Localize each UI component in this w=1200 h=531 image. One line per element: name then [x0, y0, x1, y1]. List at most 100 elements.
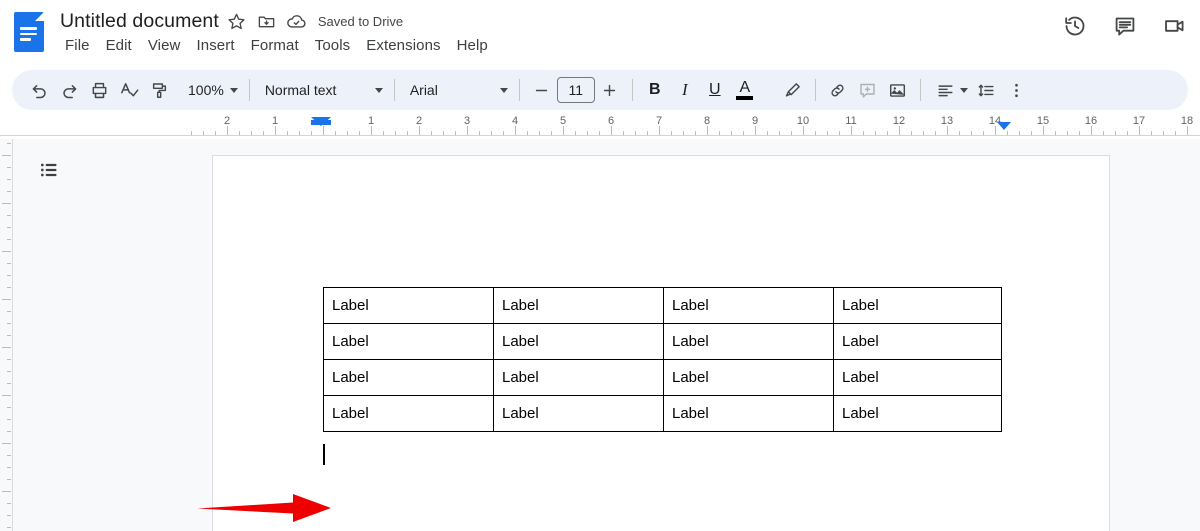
horizontal-ruler[interactable]: 2 1 1 2 3 4 5 6 7 8 9 10 11 12 13 14 15 16 17 18: [0, 114, 1200, 139]
table-cell[interactable]: Label: [323, 395, 494, 432]
print-button[interactable]: [84, 75, 114, 105]
ruler-tick: [551, 131, 552, 135]
menu-extensions[interactable]: Extensions: [358, 35, 448, 56]
comment-history-icon[interactable]: [1106, 7, 1144, 45]
highlight-color-button[interactable]: [778, 75, 808, 105]
font-family-select[interactable]: Arial: [402, 75, 512, 105]
redo-button[interactable]: [54, 75, 84, 105]
left-indent-marker[interactable]: [311, 117, 331, 126]
menu-help[interactable]: Help: [449, 35, 496, 56]
table-cell[interactable]: Label: [833, 395, 1002, 432]
more-options-button[interactable]: [1002, 75, 1032, 105]
zoom-select[interactable]: 100%: [174, 75, 242, 105]
undo-button[interactable]: [24, 75, 54, 105]
ruler-tick: [623, 131, 624, 135]
table-cell[interactable]: Label: [493, 359, 664, 396]
decrease-font-size-button[interactable]: [527, 75, 557, 105]
ruler-tick: [1055, 131, 1056, 135]
ruler-tick: [827, 131, 828, 135]
table-cell[interactable]: Label: [833, 359, 1002, 396]
insert-image-button[interactable]: [883, 75, 913, 105]
font-size-input[interactable]: 11: [556, 77, 595, 103]
menu-format[interactable]: Format: [243, 35, 307, 56]
ruler-tick: [1007, 131, 1008, 135]
ruler-tick: [1175, 131, 1176, 135]
ruler-tick: [335, 131, 336, 135]
vertical-ruler[interactable]: [0, 139, 13, 531]
spellcheck-button[interactable]: [114, 75, 144, 105]
vertical-ruler-tick: [7, 215, 11, 216]
ruler-tick: [839, 131, 840, 135]
ruler-tick: [1043, 126, 1044, 135]
video-call-icon[interactable]: [1156, 7, 1194, 45]
increase-font-size-button[interactable]: [595, 75, 625, 105]
logo-lines: [20, 27, 37, 44]
version-history-icon[interactable]: [1056, 7, 1094, 45]
text-color-button[interactable]: A: [730, 75, 760, 105]
table-cell[interactable]: Label: [323, 323, 494, 360]
table-row[interactable]: Label Label Label Label: [323, 359, 1002, 396]
divider: [919, 79, 921, 101]
font-family-value: Arial: [409, 82, 438, 98]
table-cell[interactable]: Label: [493, 395, 664, 432]
add-comment-button[interactable]: [853, 75, 883, 105]
table-cell[interactable]: Label: [323, 359, 494, 396]
table-cell[interactable]: Label: [833, 287, 1002, 324]
paragraph-style-select[interactable]: Normal text: [257, 75, 387, 105]
bold-button[interactable]: B: [640, 75, 670, 105]
insert-link-button[interactable]: [823, 75, 853, 105]
menu-view[interactable]: View: [140, 35, 189, 56]
vertical-ruler-tick: [7, 275, 11, 276]
ruler-tick: [671, 131, 672, 135]
table-cell[interactable]: Label: [493, 287, 664, 324]
table-row[interactable]: Label Label Label Label: [323, 287, 1002, 324]
table-row[interactable]: Label Label Label Label: [323, 323, 1002, 360]
ruler-tick: [227, 126, 228, 135]
table-cell[interactable]: Label: [493, 323, 664, 360]
menu-insert[interactable]: Insert: [188, 35, 242, 56]
vertical-ruler-tick: [7, 191, 11, 192]
table-cell[interactable]: Label: [663, 395, 834, 432]
divider: [518, 79, 520, 101]
ruler-tick: [851, 126, 852, 135]
ruler-tick: [1019, 131, 1020, 135]
document-table[interactable]: Label Label Label Label Label Label Labe…: [323, 287, 1002, 432]
menu-edit[interactable]: Edit: [98, 35, 140, 56]
menu-tools[interactable]: Tools: [307, 35, 359, 56]
table-cell[interactable]: Label: [663, 323, 834, 360]
table-row[interactable]: Label Label Label Label: [323, 395, 1002, 432]
vertical-ruler-tick: [2, 203, 11, 204]
document-title[interactable]: Untitled document: [57, 9, 222, 34]
document-page[interactable]: Label Label Label Label Label Label Labe…: [212, 155, 1110, 531]
italic-button[interactable]: I: [670, 75, 700, 105]
table-cell[interactable]: Label: [833, 323, 1002, 360]
table-cell[interactable]: Label: [663, 287, 834, 324]
save-status: Saved to Drive: [317, 13, 404, 29]
alignment-button[interactable]: [928, 75, 972, 105]
ruler-tick: [695, 131, 696, 135]
star-icon[interactable]: [222, 7, 252, 35]
cloud-saved-icon[interactable]: [282, 7, 312, 35]
ruler-tick: [215, 131, 216, 135]
vertical-ruler-tick: [7, 335, 11, 336]
ruler-tick: [1187, 126, 1188, 135]
vertical-ruler-tick: [7, 383, 11, 384]
ruler-tick: [635, 131, 636, 135]
text-color-swatch: [736, 95, 754, 100]
google-docs-logo-icon[interactable]: [14, 12, 44, 52]
paragraph-style-value: Normal text: [264, 82, 337, 98]
vertical-ruler-tick: [2, 395, 11, 396]
ruler-tick: [491, 131, 492, 135]
ruler-tick: [515, 126, 516, 135]
paint-format-button[interactable]: [144, 75, 174, 105]
table-cell[interactable]: Label: [323, 287, 494, 324]
document-outline-icon[interactable]: [32, 153, 66, 187]
right-indent-marker[interactable]: [997, 122, 1011, 130]
vertical-ruler-tick: [7, 503, 11, 504]
move-to-folder-icon[interactable]: [252, 7, 282, 35]
line-spacing-button[interactable]: [972, 75, 1002, 105]
underline-button[interactable]: U: [700, 75, 730, 105]
table-cell[interactable]: Label: [663, 359, 834, 396]
menu-file[interactable]: File: [57, 35, 98, 56]
ruler-tick: [707, 126, 708, 135]
